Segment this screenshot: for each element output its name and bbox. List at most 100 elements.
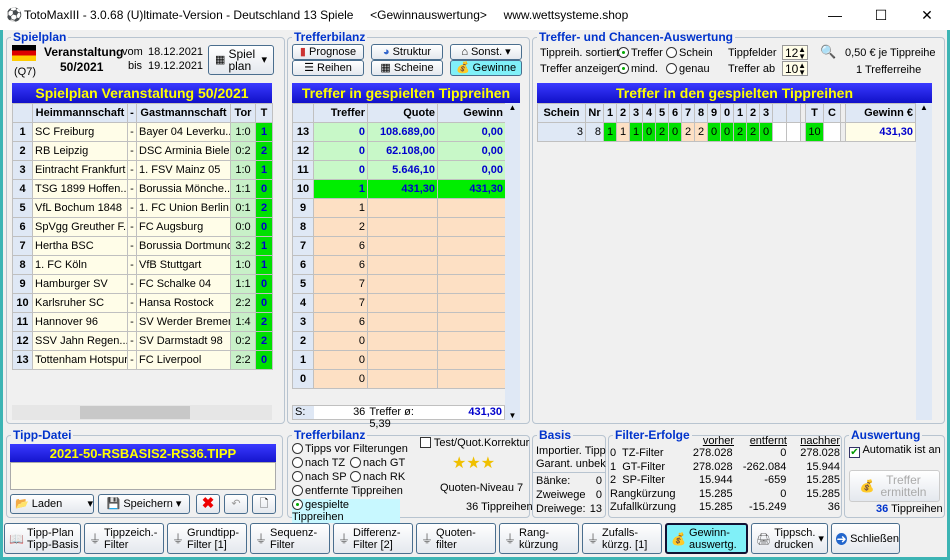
sonst-button[interactable]: ⌂ Sonst. ▾ [450,44,522,60]
toolbar-button-grundtipp[interactable]: ⏚ Grundtipp- Filter [1] [167,523,247,554]
cell-t: 0 [255,274,273,294]
col-gast[interactable]: Gastmannschaft [136,103,231,123]
filter-value: 278.028 [692,447,733,459]
house-icon: ⌂ [461,46,468,58]
filter-col-header: nachher [800,435,840,447]
filter-label: 0 TZ-Filter [610,447,664,459]
automatik-checkbox[interactable]: ✔ Automatik ist an [849,444,941,458]
cell-treffer: 7 [313,293,368,313]
filter-value: 15.285 [806,474,840,486]
cell-nr: 4 [12,179,33,199]
laden-button[interactable]: 📂 Laden ▾ [10,494,94,514]
toolbar-button-schließen[interactable]: ➜ Schließen [831,523,900,554]
spielplan-hscrollbar[interactable] [12,405,272,420]
spinner-arrows-icon[interactable]: ▲ ▼ [798,62,806,77]
filter-value: 278.028 [800,447,840,459]
cell-treffer: 0 [313,331,368,351]
col-tor[interactable]: Tor [230,103,256,123]
money-icon: 💰 [455,62,470,74]
spielplan-row[interactable]: 10 Karlsruher SC - Hansa Rostock 2:2 0 [12,293,273,313]
trefferbilanz-vscrollbar[interactable]: ▲ ▼ [505,103,520,420]
toolbar-button-sequenz[interactable]: ⏚ Sequenz- Filter [250,523,330,554]
close-button[interactable]: ✕ [904,0,950,30]
spielplan-row[interactable]: 9 Hamburger SV - FC Schalke 04 1:1 0 [12,274,273,294]
test-checkbox[interactable]: Test/Quot.Korrektur [420,437,529,449]
zoom-icon[interactable]: 🔍 [820,44,836,60]
cell-dash: - [127,141,137,161]
trefferbilanz-row: 47 [292,293,506,313]
prognose-button[interactable]: ▮ Prognose [292,44,364,60]
trefferbilanz-row: 12 0 62.108,00 0,00 [292,141,506,161]
spielplan-button[interactable]: ▦ Spiel plan ▾ [208,45,274,75]
spielplan-row[interactable]: 7 Hertha BSC - Borussia Dortmund 3:2 1 [12,236,273,256]
spielplan-row[interactable]: 5 VfL Bochum 1848-1. FC Union Berlin 0:1 2 [12,198,273,218]
spielplan-row[interactable]: 1 SC Freiburg - Bayer 04 Leverku... 1:0 1 [12,122,273,142]
trefferbilanz-row: 00 [292,369,506,389]
cell-quote [367,331,438,351]
cell-dash: - [127,350,137,370]
col-heim[interactable]: Heimmannschaft [32,103,128,123]
toolbar-button-quoten[interactable]: ⏚ Quoten-filter [416,523,496,554]
scheine-button[interactable]: ▦ Scheine [371,60,443,76]
toolbar-button-gewinn[interactable]: 💰 Gewinn-auswertg. [665,523,748,554]
cell-gast: Hansa Rostock [136,293,231,313]
cell-tor: 1:0 [230,255,256,275]
struktur-button[interactable]: ◕ Struktur [371,44,443,60]
cell-gewinn: 0,00 [437,122,506,142]
cell-nr: 11 [12,312,33,332]
basis-row: Zweiwege 0 [536,489,602,503]
filter-icon: ⏚ [338,531,351,546]
radio-mind[interactable]: mind. [618,63,658,75]
radio-genau[interactable]: genau [666,63,710,75]
radio-sort-treffer[interactable]: Treffer [618,47,663,59]
spielplan-row[interactable]: 4 TSG 1899 Hoffen... - Borussia Mönche... 1:… [12,179,273,199]
spielplan-row[interactable]: 13 Tottenham Hotspur - FC Liverpool 2:2 0 [12,350,273,370]
sum-treffer: 36 [313,406,368,419]
col-tipp[interactable]: T [255,103,273,123]
toolbar-button-tippsch[interactable]: 🖨 Tippsch. drucken ▾ [751,523,828,554]
col-quote: Quote [367,103,438,123]
spielplan-row[interactable]: 6 SpVgg Greuther F... - FC Augsburg 0:0 0 [12,217,273,237]
cell-dash: - [127,122,137,142]
radio-nach-sp[interactable]: nach SP [292,471,347,483]
tippfelder-spinner[interactable]: 12 ▲ ▼ [782,45,808,61]
col-treffer: Treffer [313,103,368,123]
speichern-button[interactable]: 💾 Speichern ▾ [98,494,190,514]
radio-nach-tz[interactable]: nach TZ [292,457,345,469]
radio-nach-gt[interactable]: nach GT [350,457,405,469]
spielplan-row[interactable]: 12 SSV Jahn Regen... - SV Darmstadt 98 0:2 2 [12,331,273,351]
cell-quote: 431,30 [367,179,438,199]
toolbar-button-rang[interactable]: ⏚ Rang-kürzung [499,523,579,554]
toolbar-button-differenz[interactable]: ⏚ Differenz- Filter [2] [333,523,413,554]
radio-entfernte[interactable]: entfernte Tippreihen [292,485,403,497]
spielplan-row[interactable]: 3 Eintracht Frankfurt -1. FSV Mainz 05 1:0 1 [12,160,273,180]
toolbar-button-label: Quoten-filter [436,526,476,551]
radio-tipps-vor[interactable]: Tipps vor Filterungen [292,443,408,455]
toolbar-button-tippzeich[interactable]: ⏚ Tippzeich.- Filter [84,523,164,554]
radio-gespielte[interactable]: gespielte Tippreihen [292,499,400,523]
cell-gewinn [437,312,506,332]
spielplan-row[interactable]: 11 Hannover 96- SV Werder Bremen 1:4 2 [12,312,273,332]
chancen-vscrollbar[interactable]: ▲ [916,103,932,420]
spielplan-row[interactable]: 2 RB Leipzig - DSC Arminia Biele... 0:2 2 [12,141,273,161]
reihen-button[interactable]: ☰ Reihen [292,60,364,76]
gewinne-button[interactable]: 💰 Gewinne [450,60,522,76]
spielplan-row[interactable]: 8 1. FC Köln - VfB Stuttgart 1:0 1 [12,255,273,275]
undo-button[interactable]: ↶ [224,494,248,514]
toolbar-button-tippplan[interactable]: 📖 Tipp-Plan Tipp-Basis [4,523,81,554]
spinner-arrows-icon[interactable]: ▲ ▼ [798,46,806,61]
chancen-row[interactable]: 3 8 1 1 1 0 2 0 2 2 0 0 2 2 0 10 431,30 [537,122,916,142]
radio-nach-rk[interactable]: nach RK [350,471,405,483]
delete-button[interactable]: ✖ [196,494,220,514]
minimize-button[interactable]: — [812,0,858,30]
radio-sort-schein[interactable]: Schein [666,47,713,59]
treffer-ermitteln-button[interactable]: 💰 Treffer ermitteln [849,470,940,502]
cell-treffer-count: 8 [292,217,314,237]
new-file-button[interactable]: 🗋 [252,494,276,514]
treffer-ab-spinner[interactable]: 10 ▲ ▼ [782,61,808,77]
cell-tor: 1:0 [230,122,256,142]
preis-label: 0,50 € je Tippreihe [845,47,936,59]
maximize-button[interactable]: ☐ [858,0,904,30]
toolbar-button-zufalls[interactable]: ⏚ Zufalls-kürzg. [1] [582,523,662,554]
filter-icon: ⏚ [587,531,600,546]
